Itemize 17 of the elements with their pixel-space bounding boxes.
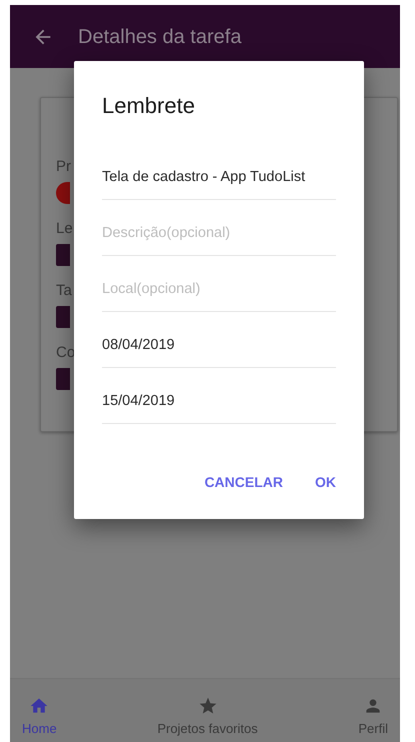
field-label: Le bbox=[56, 220, 73, 238]
field-label: Ta bbox=[56, 282, 72, 300]
text-field[interactable]: Descrição(opcional) bbox=[102, 200, 336, 256]
text-field[interactable]: Local(opcional) bbox=[102, 256, 336, 312]
screen-title: Detalhes da tarefa bbox=[78, 24, 242, 50]
text-field[interactable]: 15/04/2019 bbox=[102, 368, 336, 424]
home-icon bbox=[29, 696, 50, 716]
dialog-button[interactable]: OK bbox=[311, 468, 340, 497]
dialog-button[interactable]: CANCELAR bbox=[200, 468, 287, 497]
field-label: Co bbox=[56, 344, 76, 362]
text-field[interactable]: Tela de cadastro - App TudoList bbox=[102, 144, 336, 200]
nav-tab[interactable]: Projetos favoritos bbox=[145, 696, 270, 738]
star-icon bbox=[198, 696, 218, 716]
nav-tab[interactable]: Perfil bbox=[346, 696, 400, 738]
field-label: Pr bbox=[56, 158, 71, 176]
text-field[interactable]: 08/04/2019 bbox=[102, 312, 336, 368]
dialog-title: Lembrete bbox=[102, 92, 195, 120]
